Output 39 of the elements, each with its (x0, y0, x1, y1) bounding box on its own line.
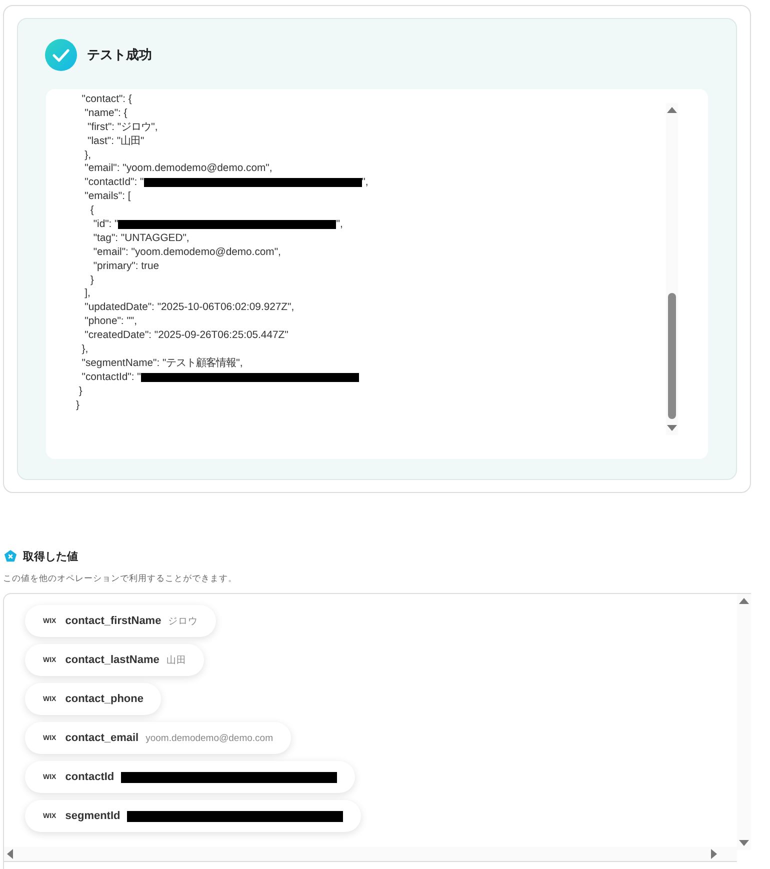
code-line: }, (80, 343, 90, 357)
code-line: "phone": "", (84, 315, 138, 330)
result-title: テスト成功 (87, 46, 152, 64)
code-line: "contactId": " (76, 370, 666, 385)
code-line: "contactId": " ", (84, 176, 370, 190)
output-name: segmentId (65, 810, 120, 822)
output-name: contact_firstName (65, 615, 162, 627)
section-subtitle: この値を他のオペレーションで利用することができます。 (3, 573, 238, 585)
output-name: contact_phone (65, 693, 144, 705)
code-line: } (78, 384, 84, 399)
output-name: contact_email (65, 732, 139, 744)
code-line: "first": "ジロウ", (86, 120, 159, 135)
code-line: "updatedDate": "2025-10-06T06:02:09.927Z", (84, 301, 296, 316)
scrollbar[interactable] (666, 103, 678, 435)
output-value: ジロウ (168, 614, 198, 628)
code-line: "primary": true (92, 260, 160, 274)
code-line: } (89, 274, 95, 288)
code-line: "contact": { (80, 93, 133, 107)
code-line: "id": " ", (92, 218, 344, 232)
output-value: yoom.demodemo@demo.com (146, 732, 274, 744)
code-line: "email": "yoom.demodemo@demo.com", (92, 246, 282, 260)
code-line: } (76, 398, 80, 412)
code-line: "tag": "UNTAGGED", (92, 232, 190, 246)
output-value: 山田 (166, 654, 186, 666)
code-line: "name": { (84, 106, 128, 121)
code-line: "emails": [ (84, 190, 132, 204)
output-name: contact_lastName (65, 654, 160, 666)
variable-icon (3, 549, 18, 564)
code-line: { (89, 204, 95, 218)
code-line: }, (84, 148, 92, 162)
section-title: 取得した値 (23, 550, 78, 564)
code-line: "createdDate": "2025-09-26T06:25:05.447Z" (84, 329, 290, 344)
code-line: "segmentName": "テスト顧客情報", (80, 356, 244, 371)
horizontal-scrollbar[interactable] (4, 847, 737, 862)
output-name: contactId (65, 771, 114, 783)
scrollbar[interactable] (737, 594, 751, 850)
code-line: ], (84, 287, 92, 302)
code-line: "email": "yoom.demodemo@demo.com", (84, 162, 274, 176)
code-line: "last": "山田" (86, 134, 146, 149)
